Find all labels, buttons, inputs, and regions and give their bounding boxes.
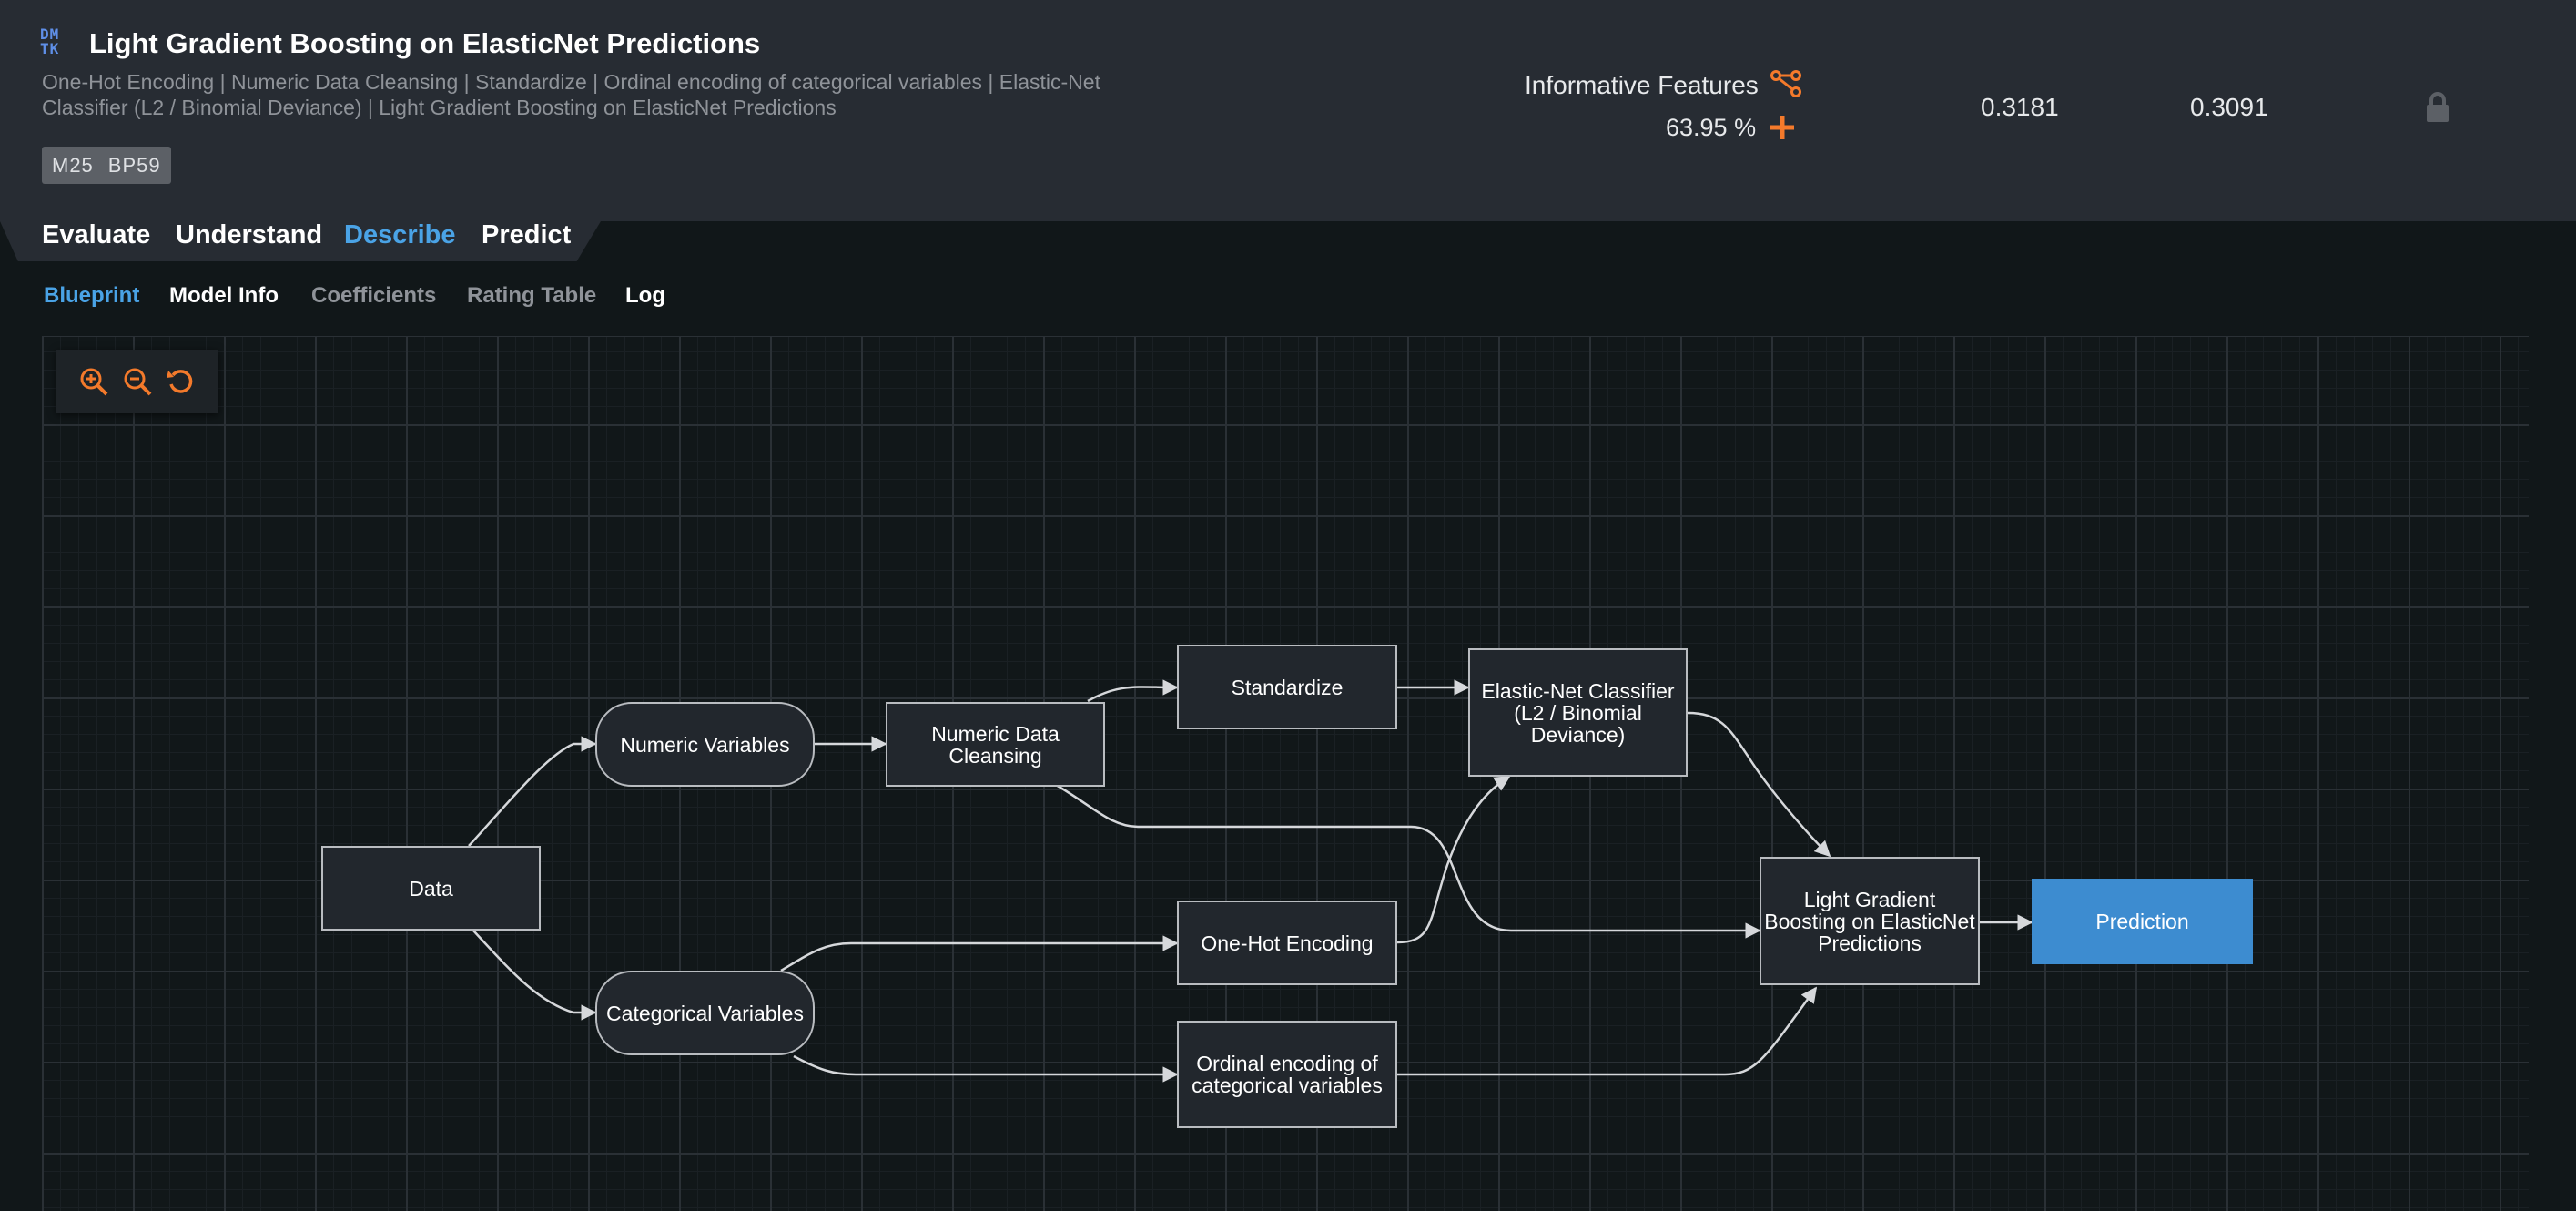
zoom-controls	[56, 350, 218, 413]
node-data[interactable]: Data	[321, 846, 541, 931]
tab-evaluate[interactable]: Evaluate	[42, 220, 150, 250]
node-numeric-data-cleansing[interactable]: Numeric Data Cleansing	[886, 702, 1105, 787]
model-header: DM TK Light Gradient Boosting on Elastic…	[0, 0, 2576, 221]
blueprint-number-badge: BP59	[107, 153, 161, 177]
node-numeric-variables[interactable]: Numeric Variables	[595, 702, 815, 787]
node-standardize[interactable]: Standardize	[1177, 645, 1397, 729]
model-number-badge: M25	[52, 153, 94, 177]
zoom-in-icon[interactable]	[78, 366, 109, 397]
node-ordinal-encoding[interactable]: Ordinal encoding of categorical variable…	[1177, 1021, 1397, 1128]
node-prediction[interactable]: Prediction	[2032, 879, 2253, 964]
tab-describe[interactable]: Describe	[344, 220, 456, 250]
model-description: One-Hot Encoding | Numeric Data Cleansin…	[42, 70, 1100, 119]
logo-text-bottom: TK	[40, 40, 60, 57]
model-type-logo: DM TK	[40, 27, 71, 58]
node-elastic-net-classifier[interactable]: Elastic-Net Classifier (L2 / Binomial De…	[1468, 648, 1688, 777]
node-categorical-variables[interactable]: Categorical Variables	[595, 971, 815, 1055]
node-one-hot-encoding[interactable]: One-Hot Encoding	[1177, 901, 1397, 985]
subtab-log[interactable]: Log	[625, 283, 665, 309]
node-light-gradient-boosting[interactable]: Light Gradient Boosting on ElasticNet Pr…	[1760, 857, 1980, 985]
feature-percent: 63.95 %	[1666, 114, 1757, 141]
validation-score: 0.3181	[1981, 93, 2059, 121]
model-title: Light Gradient Boosting on ElasticNet Pr…	[89, 27, 761, 59]
subtab-rating-table[interactable]: Rating Table	[467, 283, 596, 309]
tab-understand[interactable]: Understand	[176, 220, 322, 250]
subtab-coefficients[interactable]: Coefficients	[311, 283, 436, 309]
feature-list-icon[interactable]	[1770, 69, 1802, 98]
lock-icon	[2427, 92, 2449, 122]
tab-predict[interactable]: Predict	[482, 220, 571, 250]
model-badge: M25 BP59	[42, 147, 171, 184]
cross-validation-score: 0.3091	[2190, 93, 2268, 121]
subtab-blueprint[interactable]: Blueprint	[44, 283, 139, 309]
subtab-model-info[interactable]: Model Info	[169, 283, 279, 309]
plus-icon[interactable]	[1769, 114, 1796, 141]
reset-icon[interactable]	[166, 366, 197, 397]
zoom-out-icon[interactable]	[122, 366, 153, 397]
informative-features-label: Informative Features	[1525, 71, 1759, 99]
